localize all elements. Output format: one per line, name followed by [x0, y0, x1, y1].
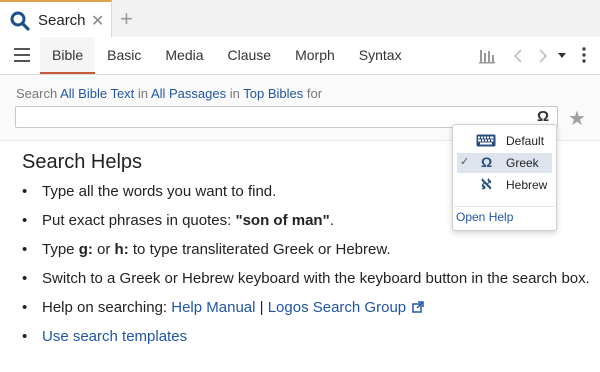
new-tab-button[interactable]: + [120, 6, 133, 32]
list-item: Type g: or h: to type transliterated Gre… [18, 239, 598, 261]
analytics-icon[interactable] [479, 48, 495, 64]
keyboard-option-label: Hebrew [506, 178, 548, 192]
tab-basic[interactable]: Basic [95, 37, 153, 74]
help-text: Type [42, 241, 79, 258]
history-dropdown-icon[interactable] [558, 53, 566, 59]
scope-top-bibles-link[interactable]: Top Bibles [243, 86, 303, 101]
help-text: or [92, 241, 115, 258]
search-templates-link[interactable]: Use search templates [42, 328, 187, 345]
keyboard-icon [476, 134, 496, 147]
search-suffix: for [306, 86, 323, 101]
keyboard-option-default[interactable]: Default [457, 131, 552, 151]
back-arrow-icon[interactable] [512, 48, 524, 64]
scope-all-passages-link[interactable]: All Passages [151, 86, 226, 101]
favorite-star-icon[interactable]: ★ [568, 106, 586, 131]
scope-all-bible-text-link[interactable]: All Bible Text [60, 86, 134, 101]
help-prefix-g: g: [78, 241, 93, 258]
list-item: Use search templates [18, 326, 598, 348]
aleph-icon: ℵ [481, 176, 492, 192]
open-help-link[interactable]: Open Help [456, 210, 513, 224]
keyboard-dropdown-menu: Default ✓ Ω Greek ℵ Hebrew Open Help [452, 124, 557, 231]
help-separator: | [255, 299, 268, 316]
menu-divider [454, 206, 555, 207]
list-item: Help on searching: Help Manual | Logos S… [18, 297, 598, 319]
logos-search-group-link[interactable]: Logos Search Group [268, 299, 406, 316]
help-text: . [329, 212, 334, 229]
close-tab-icon[interactable]: ✕ [91, 11, 104, 31]
search-scope-breadcrumb: Search All Bible Text in All Passages in… [16, 86, 322, 101]
forward-arrow-icon[interactable] [537, 48, 549, 64]
help-text: Switch to a Greek or Hebrew keyboard wit… [42, 270, 590, 287]
tab-search[interactable]: Search ✕ [0, 0, 112, 37]
search-helps-title: Search Helps [22, 151, 143, 173]
tab-clause[interactable]: Clause [216, 37, 284, 74]
external-link-icon[interactable] [412, 301, 424, 313]
tab-syntax[interactable]: Syntax [347, 37, 414, 74]
help-text: Help on searching: [42, 299, 172, 316]
tab-morph[interactable]: Morph [283, 37, 347, 74]
help-text: Put exact phrases in quotes: [42, 212, 236, 229]
omega-icon: Ω [481, 154, 493, 170]
tab-bible[interactable]: Bible [40, 37, 96, 74]
help-text: Type all the words you want to find. [42, 183, 277, 200]
list-item: Switch to a Greek or Hebrew keyboard wit… [18, 268, 598, 290]
keyboard-option-label: Greek [506, 156, 539, 170]
keyboard-option-hebrew[interactable]: ℵ Hebrew [457, 175, 552, 195]
scope-in-label: in [229, 86, 240, 101]
scope-in-label: in [137, 86, 149, 101]
more-options-icon[interactable] [582, 47, 586, 63]
help-example: "son of man" [235, 212, 330, 229]
hamburger-menu-icon[interactable] [14, 48, 30, 62]
tab-strip: Search ✕ + [0, 0, 600, 38]
search-icon [10, 11, 30, 31]
check-icon: ✓ [460, 156, 470, 168]
search-prefix: Search [16, 86, 58, 101]
tab-search-label: Search [38, 12, 86, 29]
search-type-tabs: Bible Basic Media Clause Morph Syntax [40, 37, 414, 74]
help-text: to type transliterated Greek or Hebrew. [128, 241, 391, 258]
keyboard-omega-icon[interactable]: Ω [537, 108, 549, 125]
keyboard-option-label: Default [506, 134, 545, 148]
tab-media[interactable]: Media [153, 37, 215, 74]
help-prefix-h: h: [114, 241, 129, 258]
toolbar: Bible Basic Media Clause Morph Syntax [0, 37, 600, 75]
keyboard-option-greek[interactable]: ✓ Ω Greek [457, 153, 552, 173]
help-manual-link[interactable]: Help Manual [171, 299, 255, 316]
